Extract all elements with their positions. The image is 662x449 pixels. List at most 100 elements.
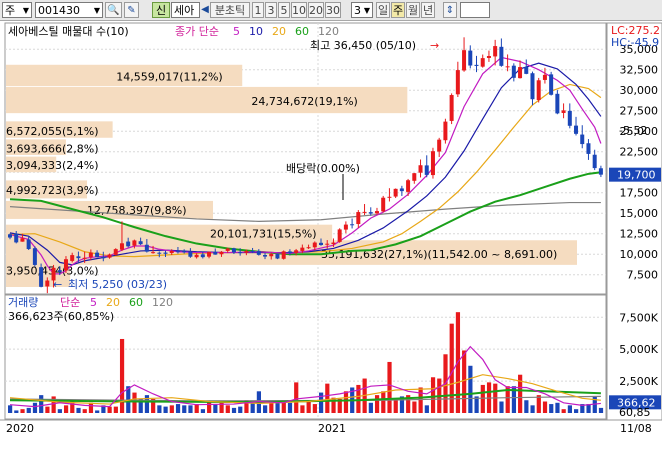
volume-profile-label: 20,101,731(15,5%) — [210, 228, 317, 241]
volume-bar — [287, 402, 293, 413]
candle-body — [151, 252, 156, 254]
chart-area: 7,50010,00012,50015,00017,50020,00022,50… — [0, 22, 662, 435]
period-button-3[interactable]: 3 — [265, 2, 277, 18]
sort-arrows-icon[interactable]: ⇕ — [443, 2, 457, 18]
volume-bar — [468, 365, 473, 413]
price-tick-label: 12,500 — [620, 228, 659, 241]
prev-arrow-icon[interactable]: ◀ — [201, 2, 209, 18]
volume-bar — [39, 395, 44, 413]
volume-bar — [132, 392, 137, 413]
view-tab-주[interactable]: 주 — [391, 2, 405, 18]
candle-body — [250, 250, 255, 252]
volume-profile-label: 24,734,672(19,1%) — [251, 95, 358, 108]
x-tick-2021: 2021 — [318, 422, 346, 435]
candle-body — [194, 254, 199, 258]
volume-bar — [449, 323, 454, 413]
volume-bar — [169, 405, 174, 413]
candle-body — [200, 254, 205, 258]
price-legend-label: 종가 단순 — [175, 25, 219, 38]
candle-body — [331, 242, 336, 245]
blank-field[interactable] — [460, 2, 490, 18]
candle-body — [294, 250, 299, 253]
volume-tick-label: 2,500K — [619, 375, 658, 388]
market-label: 주 — [5, 4, 16, 17]
view-tab-일[interactable]: 일 — [376, 2, 390, 18]
view-tab-월[interactable]: 월 — [406, 2, 420, 18]
volume-bar — [157, 405, 162, 413]
candle-body — [350, 224, 355, 226]
period-button-5[interactable]: 5 — [278, 2, 290, 18]
candle-body — [188, 251, 193, 257]
candle-body — [256, 251, 261, 255]
candle-body — [182, 251, 187, 253]
candle-body — [542, 74, 547, 80]
volume-bar — [381, 391, 386, 413]
candle-body — [424, 165, 429, 175]
stock-name-field: 세아 — [171, 2, 200, 18]
candle-body — [281, 251, 286, 259]
edit-icon[interactable]: ✎ — [124, 2, 139, 18]
pct-label: -5.52 — [619, 124, 647, 137]
volume-bar — [175, 404, 181, 413]
candle-body — [586, 143, 591, 154]
candle-body — [337, 229, 342, 242]
volume-bar — [418, 387, 423, 413]
candle-body — [468, 50, 473, 66]
market-select[interactable]: 주 ▼ — [2, 2, 32, 18]
volume-bar — [393, 398, 398, 413]
price-tick-label: 32,500 — [620, 64, 659, 77]
candle-body — [518, 67, 523, 79]
volume-bar — [555, 402, 560, 413]
price-tick-label: 17,500 — [620, 187, 659, 200]
view-tab-년[interactable]: 년 — [421, 2, 435, 18]
volume-bar — [368, 402, 373, 413]
candle-body — [57, 270, 62, 272]
volume-bar — [207, 401, 212, 413]
count-value: 3 — [354, 4, 361, 17]
interval-button[interactable]: 분초틱 — [210, 2, 250, 18]
period-button-20[interactable]: 20 — [308, 2, 324, 18]
candle-body — [269, 253, 274, 257]
volume-bar — [238, 406, 243, 413]
low-annotation: 최저 5,250 (03/23) — [68, 278, 167, 291]
candle-body — [300, 247, 305, 251]
period-button-10[interactable]: 10 — [291, 2, 307, 18]
new-badge[interactable]: 신 — [152, 2, 170, 18]
volume-tick-label: 5,000K — [619, 343, 658, 356]
candle-body — [462, 50, 467, 71]
candle-body — [374, 211, 379, 214]
count-select[interactable]: 3 ▼ — [351, 2, 373, 18]
volume-bar — [480, 384, 485, 413]
volume-bar — [424, 405, 429, 413]
candle-body — [524, 66, 529, 74]
volume-pct-label: 60,85 — [619, 406, 651, 419]
volume-bar — [294, 382, 299, 413]
dividend-annotation: 배당락(0.00%) — [286, 162, 360, 175]
period-button-1[interactable]: 1 — [252, 2, 264, 18]
high-annotation: 최고 36,450 (05/10) — [310, 39, 416, 52]
volume-bar — [430, 377, 436, 413]
period-button-30[interactable]: 30 — [325, 2, 341, 18]
price-legend-ma20: 20 — [272, 25, 286, 38]
candle-body — [45, 280, 50, 287]
right-axis — [606, 22, 662, 421]
candle-body — [231, 248, 236, 253]
candle-body — [325, 243, 330, 245]
volume-bar — [76, 407, 81, 413]
candle-body — [393, 188, 398, 197]
volume-legend-ma60: 60 — [129, 296, 143, 309]
volume-bar — [26, 407, 31, 413]
candle-body — [8, 234, 12, 238]
volume-bar — [499, 401, 504, 413]
candle-body — [169, 251, 174, 254]
candle-body — [70, 255, 75, 261]
toolbar: 주 ▼ 001430 ▼ 🔍 ✎ 신 세아 ◀ 분초틱 3 ▼ ⇕ 1 3 5 10 20 30… — [0, 0, 662, 21]
candle-body — [530, 73, 535, 100]
volume-bar — [113, 406, 118, 413]
search-icon[interactable]: 🔍 — [105, 2, 122, 18]
candle-body — [88, 252, 93, 258]
stock-code-input[interactable]: 001430 ▼ — [35, 2, 103, 18]
candle-body — [107, 254, 112, 258]
volume-bar — [281, 402, 286, 413]
candle-body — [95, 252, 100, 258]
